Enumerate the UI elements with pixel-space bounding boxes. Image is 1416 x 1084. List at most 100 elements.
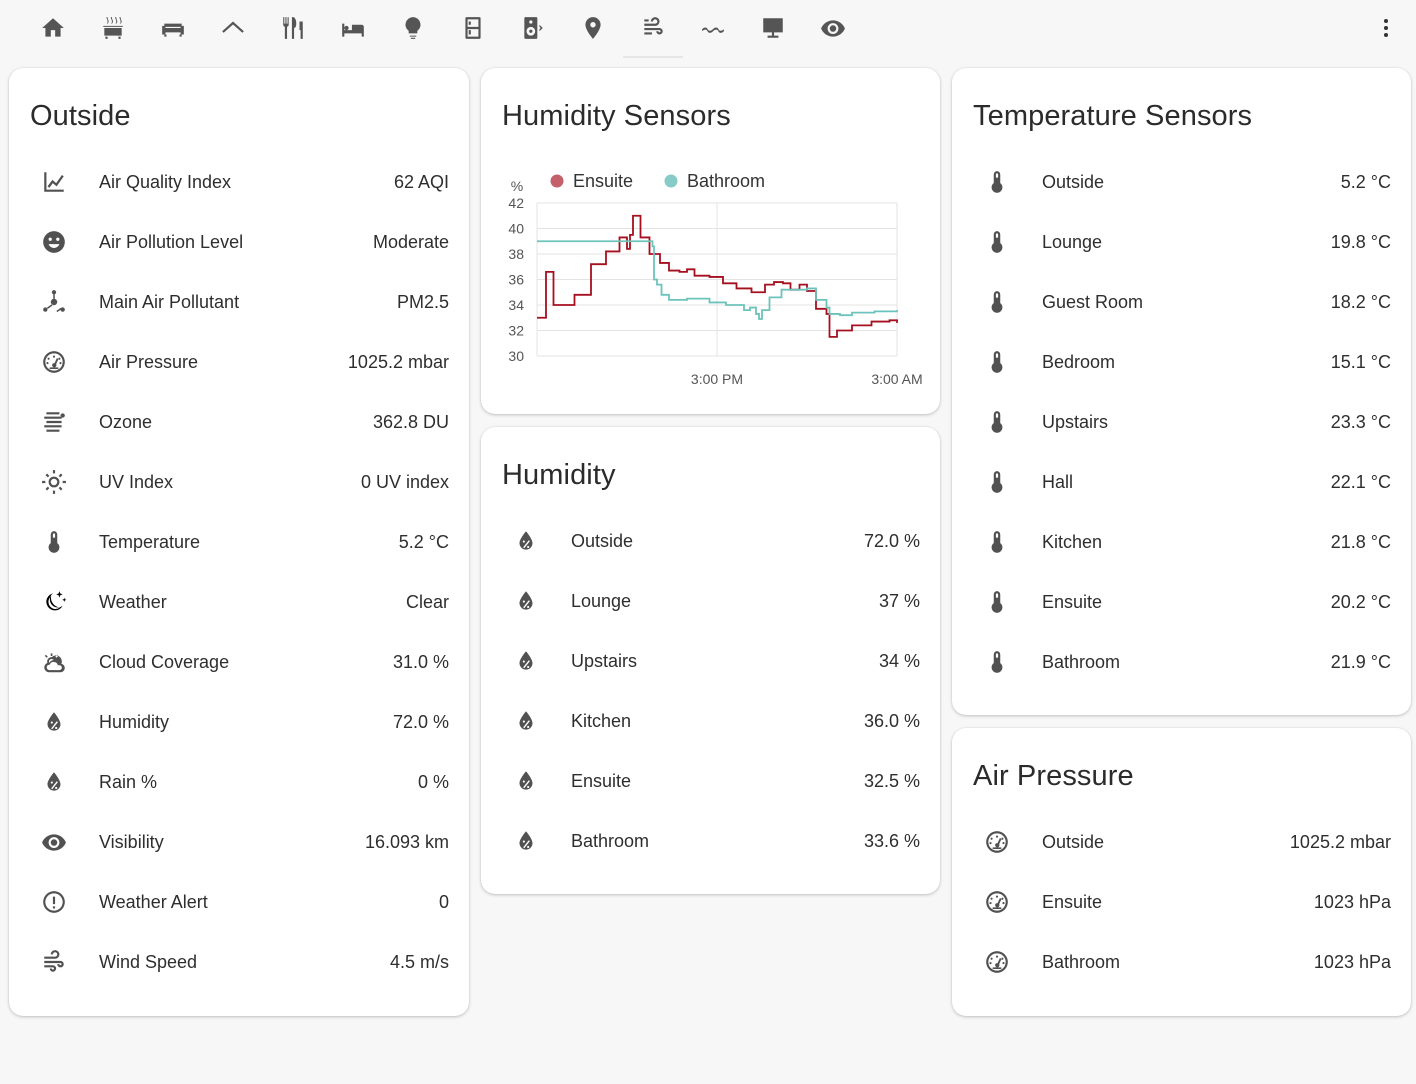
tab-lightbulb[interactable]	[389, 8, 437, 48]
sofa-icon	[162, 23, 184, 37]
entity-icon	[37, 285, 71, 319]
entity-icon	[980, 345, 1014, 379]
entity-row[interactable]: Weather Clear	[9, 572, 469, 632]
entity-row[interactable]: Outside 1025.2 mbar	[952, 812, 1411, 872]
entity-row[interactable]: Weather Alert 0	[9, 872, 469, 932]
entity-row[interactable]: UV Index 0 UV index	[9, 452, 469, 512]
entity-row[interactable]: Bedroom 15.1 °C	[952, 332, 1411, 392]
tab-roof[interactable]	[209, 8, 257, 48]
tab-waves[interactable]	[689, 8, 737, 48]
entity-row[interactable]: Ensuite 1023 hPa	[952, 872, 1411, 932]
temperature-sensors-card: Temperature Sensors Outside 5.2 °C Lounge 1…	[952, 68, 1411, 715]
entity-row[interactable]: Humidity 72.0 %	[9, 692, 469, 752]
tab-silverware[interactable]	[269, 8, 317, 48]
entity-icon	[37, 705, 71, 739]
water-percent-icon	[47, 772, 61, 791]
entity-icon	[37, 525, 71, 559]
card-title: Air Pressure	[973, 760, 1134, 792]
entity-value: 1025.2 mbar	[1289, 831, 1391, 852]
entity-row[interactable]: Guest Room 18.2 °C	[952, 272, 1411, 332]
entity-row[interactable]: Temperature 5.2 °C	[9, 512, 469, 572]
card-title: Outside	[30, 100, 131, 132]
sun-icon	[42, 470, 66, 494]
y-tick-label: 30	[508, 348, 524, 364]
entity-icon	[980, 285, 1014, 319]
entity-icon	[37, 765, 71, 799]
y-tick-label: 40	[508, 221, 524, 237]
entity-label: Lounge	[1042, 231, 1103, 252]
home-icon	[42, 18, 64, 37]
entity-icon	[37, 345, 71, 379]
entity-label: Weather Alert	[99, 891, 208, 912]
entity-label: Air Quality Index	[99, 171, 232, 192]
entity-row[interactable]: Air Quality Index 62 AQI	[9, 152, 469, 212]
entity-row[interactable]: Outside 72.0 %	[481, 511, 940, 571]
gauge-icon	[986, 951, 1008, 973]
entity-icon	[37, 405, 71, 439]
entity-row[interactable]: Lounge 19.8 °C	[952, 212, 1411, 272]
entity-label: Bathroom	[571, 830, 650, 851]
ozone-icon	[44, 412, 65, 432]
entity-row[interactable]: Air Pollution Level Moderate	[9, 212, 469, 272]
gauge-icon	[986, 891, 1008, 913]
entity-row[interactable]: Bathroom 33.6 %	[481, 811, 940, 871]
entity-row[interactable]: Kitchen 36.0 %	[481, 691, 940, 751]
entity-row[interactable]: Rain % 0 %	[9, 752, 469, 812]
entity-icon	[37, 945, 71, 979]
entity-label: Hall	[1042, 471, 1074, 492]
entity-row[interactable]: Cloud Coverage 31.0 %	[9, 632, 469, 692]
humidity-chart: 30 32 34 36 38 40 42 3:00 PM 3:00 AM% Ensuite Bath…	[508, 171, 922, 387]
entity-row[interactable]: Air Pressure 1025.2 mbar	[9, 332, 469, 392]
entity-row[interactable]: Main Air Pollutant PM2.5	[9, 272, 469, 332]
entity-label: Visibility	[99, 831, 164, 852]
entity-icon	[509, 764, 543, 798]
entity-row[interactable]: Wind Speed 4.5 m/s	[9, 932, 469, 992]
thermometer-icon	[991, 171, 1003, 193]
entity-row[interactable]: Bathroom 1023 hPa	[952, 932, 1411, 992]
entity-row[interactable]: Upstairs 23.3 °C	[952, 392, 1411, 452]
tab-sofa[interactable]	[149, 8, 197, 48]
overflow-menu-button[interactable]	[1372, 14, 1400, 42]
card-title: Humidity	[502, 459, 616, 491]
entity-value: 5.2 °C	[398, 531, 449, 552]
entity-value: 23.3 °C	[1330, 411, 1391, 432]
entity-value: 62 AQI	[393, 171, 449, 192]
entity-row[interactable]: Lounge 37 %	[481, 571, 940, 631]
tab-fridge[interactable]	[449, 8, 497, 48]
entity-icon	[980, 465, 1014, 499]
tab-bed[interactable]	[329, 8, 377, 48]
entity-row[interactable]: Hall 22.1 °C	[952, 452, 1411, 512]
entity-value: 21.9 °C	[1330, 651, 1391, 672]
entity-row[interactable]: Upstairs 34 %	[481, 631, 940, 691]
entity-row[interactable]: Bathroom 21.9 °C	[952, 632, 1411, 692]
entity-label: Weather	[99, 591, 167, 612]
legend-label[interactable]: Ensuite	[573, 171, 633, 191]
entity-value: 4.5 m/s	[389, 951, 449, 972]
tab-eye[interactable]	[809, 8, 857, 48]
entity-row[interactable]: Kitchen 21.8 °C	[952, 512, 1411, 572]
radiator-icon	[103, 17, 123, 39]
legend-dot	[550, 174, 564, 188]
entity-row[interactable]: Ozone 362.8 DU	[9, 392, 469, 452]
tab-weather-windy[interactable]	[623, 8, 683, 58]
legend-label[interactable]: Bathroom	[687, 171, 765, 191]
entity-label: Ensuite	[571, 770, 632, 791]
eye-icon	[821, 20, 845, 37]
entity-icon	[980, 165, 1014, 199]
y-tick-label: 32	[508, 323, 524, 339]
entity-value: 20.2 °C	[1330, 591, 1391, 612]
gauge-icon	[43, 351, 65, 373]
tab-home[interactable]	[29, 8, 77, 48]
entity-row[interactable]: Outside 5.2 °C	[952, 152, 1411, 212]
entity-icon	[980, 645, 1014, 679]
entity-icon	[37, 885, 71, 919]
tab-radiator[interactable]	[89, 8, 137, 48]
entity-icon	[980, 825, 1014, 859]
entity-row[interactable]: Visibility 16.093 km	[9, 812, 469, 872]
entity-row[interactable]: Ensuite 32.5 %	[481, 751, 940, 811]
entity-row[interactable]: Ensuite 20.2 °C	[952, 572, 1411, 632]
tab-speaker[interactable]	[509, 8, 557, 48]
tab-desktop[interactable]	[749, 8, 797, 48]
entity-value: 37 %	[878, 590, 920, 611]
tab-map-marker[interactable]	[569, 8, 617, 48]
